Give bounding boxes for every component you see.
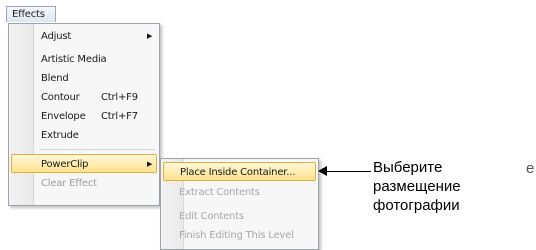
submenu-item-finish-editing: Finish Editing This Level bbox=[163, 226, 316, 245]
menu-item-label: PowerClip bbox=[41, 159, 89, 170]
menu-item-artistic-media[interactable]: Artistic Media bbox=[11, 50, 157, 69]
callout-text: Выберите размещение фотографии bbox=[373, 158, 513, 215]
callout-line-1: Выберите bbox=[373, 159, 443, 176]
menu-item-blend[interactable]: Blend bbox=[11, 69, 157, 88]
powerclip-submenu: Place Inside Container... Extract Conten… bbox=[160, 158, 319, 250]
submenu-item-label: Finish Editing This Level bbox=[179, 230, 294, 241]
menu-item-clear-effect: Clear Effect bbox=[11, 174, 157, 193]
stray-text: e bbox=[526, 160, 535, 177]
callout-line bbox=[326, 171, 371, 172]
menu-item-label: Clear Effect bbox=[41, 178, 97, 189]
menu-item-envelope[interactable]: Envelope Ctrl+F7 bbox=[11, 107, 157, 126]
menu-item-label: Extrude bbox=[41, 130, 79, 141]
menu-item-shortcut: Ctrl+F9 bbox=[101, 92, 138, 103]
menubar-effects-label: Effects bbox=[12, 9, 45, 20]
menu-item-label: Adjust bbox=[41, 31, 72, 42]
submenu-item-label: Extract Contents bbox=[179, 187, 260, 198]
submenu-item-extract-contents: Extract Contents bbox=[163, 183, 316, 202]
submenu-item-label: Edit Contents bbox=[179, 211, 244, 222]
callout-line-3: фотографии bbox=[373, 197, 460, 214]
menu-item-extrude[interactable]: Extrude bbox=[11, 126, 157, 145]
menu-item-label: Envelope bbox=[41, 111, 86, 122]
submenu-arrow-icon: ▶ bbox=[147, 160, 153, 168]
submenu-item-label: Place Inside Container... bbox=[180, 167, 296, 178]
submenu-item-edit-contents: Edit Contents bbox=[163, 207, 316, 226]
menu-separator bbox=[39, 149, 155, 150]
menubar-effects[interactable]: Effects bbox=[6, 6, 56, 22]
effects-menu: Adjust ▶ Artistic Media Blend Contour Ct… bbox=[8, 23, 160, 206]
callout-line-2: размещение bbox=[373, 178, 461, 195]
menu-item-label: Artistic Media bbox=[41, 54, 107, 65]
menu-item-contour[interactable]: Contour Ctrl+F9 bbox=[11, 88, 157, 107]
menu-item-adjust[interactable]: Adjust ▶ bbox=[11, 27, 157, 46]
menu-item-shortcut: Ctrl+F7 bbox=[101, 111, 138, 122]
submenu-arrow-icon: ▶ bbox=[147, 32, 153, 40]
submenu-item-place-inside-container[interactable]: Place Inside Container... bbox=[163, 162, 316, 181]
menu-item-label: Blend bbox=[41, 73, 69, 84]
menu-item-label: Contour bbox=[41, 92, 80, 103]
menu-item-powerclip[interactable]: PowerClip ▶ bbox=[11, 154, 157, 173]
